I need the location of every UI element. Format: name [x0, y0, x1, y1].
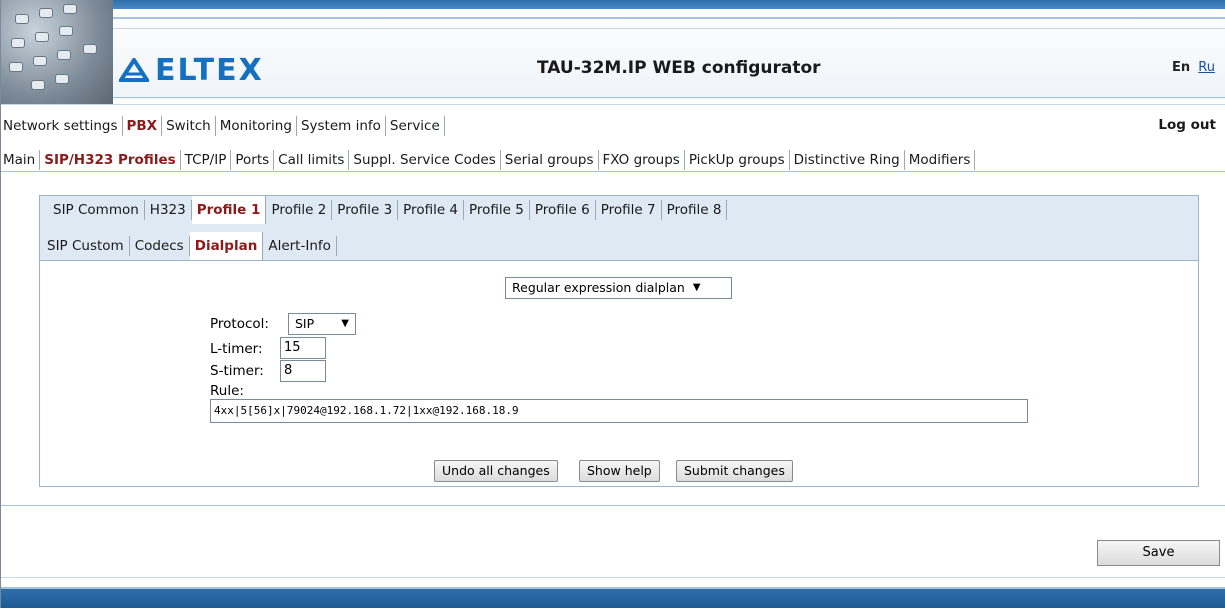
tab-profile-1[interactable]: Profile 1	[191, 196, 267, 224]
dialplan-mode-value: Regular expression dialplan	[512, 280, 685, 295]
submenu-serial-groups[interactable]: Serial groups	[501, 150, 599, 170]
tab-dialplan[interactable]: Dialplan	[189, 232, 264, 260]
dialplan-mode-select[interactable]: Regular expression dialplan ▼	[505, 277, 732, 299]
submenu-fxo-groups[interactable]: FXO groups	[599, 150, 685, 170]
dialplan-form: Regular expression dialplan ▼ Protocol: …	[40, 260, 1198, 486]
menu-service[interactable]: Service	[386, 116, 445, 136]
header-decor-lines	[91, 17, 1225, 29]
sub-menu: Main SIP/H323 Profiles TCP/IP Ports Call…	[1, 148, 1225, 172]
submenu-ports[interactable]: Ports	[231, 150, 275, 170]
tab-profile-2[interactable]: Profile 2	[266, 200, 333, 220]
profile-inner: SIP Custom Codecs Dialplan Alert-Info Re…	[40, 232, 1198, 486]
s-timer-label: S-timer:	[210, 363, 264, 379]
l-timer-input[interactable]: 15	[280, 337, 326, 359]
top-banner-strip	[1, 0, 1225, 9]
footer-decor-lines	[1, 577, 1225, 589]
tab-h323[interactable]: H323	[145, 200, 192, 220]
submenu-suppl-service-codes[interactable]: Suppl. Service Codes	[349, 150, 501, 170]
main-menu: Network settings PBX Switch Monitoring S…	[1, 114, 1225, 138]
l-timer-label: L-timer:	[210, 341, 263, 357]
tab-profile-4[interactable]: Profile 4	[398, 200, 465, 220]
submenu-call-limits[interactable]: Call limits	[274, 150, 350, 170]
tab-profile-5[interactable]: Profile 5	[464, 200, 530, 220]
language-switch: En Ru	[1172, 60, 1215, 75]
s-timer-input[interactable]: 8	[280, 360, 326, 382]
tab-profile-7[interactable]: Profile 7	[596, 200, 662, 220]
undo-all-changes-button[interactable]: Undo all changes	[434, 460, 558, 482]
lang-ru-link[interactable]: Ru	[1198, 60, 1215, 75]
lang-en[interactable]: En	[1172, 60, 1190, 75]
tab-alert-info[interactable]: Alert-Info	[263, 236, 337, 256]
tab-sip-common[interactable]: SIP Common	[48, 200, 145, 220]
protocol-select[interactable]: SIP ▼	[288, 313, 356, 335]
menu-pbx[interactable]: PBX	[123, 116, 163, 136]
logo-text: ELTEX	[155, 52, 264, 88]
menu-switch[interactable]: Switch	[162, 116, 216, 136]
submenu-main[interactable]: Main	[1, 150, 41, 170]
chevron-down-icon: ▼	[692, 282, 701, 293]
eltex-logo: ELTEX	[117, 52, 264, 88]
show-help-button[interactable]: Show help	[579, 460, 660, 482]
profile-panel: SIP Common H323 Profile 1 Profile 2 Prof…	[39, 195, 1199, 487]
footer-strip	[1, 589, 1225, 608]
protocol-label: Protocol:	[210, 316, 269, 332]
submenu-tcp-ip[interactable]: TCP/IP	[181, 150, 232, 170]
rule-label: Rule:	[210, 383, 244, 399]
keypad-photo-icon	[1, 0, 113, 104]
tab-sip-custom[interactable]: SIP Custom	[42, 236, 130, 256]
chevron-down-icon: ▼	[341, 318, 349, 329]
logout-link[interactable]: Log out	[1158, 117, 1216, 133]
submenu-modifiers[interactable]: Modifiers	[905, 150, 976, 170]
tab-profile-6[interactable]: Profile 6	[530, 200, 596, 220]
header-bottom-lines	[1, 97, 1225, 105]
menu-network-settings[interactable]: Network settings	[1, 116, 123, 136]
save-button[interactable]: Save	[1097, 540, 1220, 566]
tab-codecs[interactable]: Codecs	[130, 236, 190, 256]
submenu-sip-h323-profiles[interactable]: SIP/H323 Profiles	[40, 150, 181, 170]
tab-profile-3[interactable]: Profile 3	[332, 200, 399, 220]
eltex-logo-mark-icon	[117, 56, 151, 82]
app-window: ELTEX TAU-32M.IP WEB configurator En Ru …	[0, 0, 1225, 608]
protocol-value: SIP	[295, 316, 315, 331]
divider	[1, 505, 1225, 506]
menu-system-info[interactable]: System info	[297, 116, 386, 136]
submenu-distinctive-ring[interactable]: Distinctive Ring	[790, 150, 905, 170]
submenu-pickup-groups[interactable]: PickUp groups	[685, 150, 790, 170]
menu-monitoring[interactable]: Monitoring	[216, 116, 297, 136]
tab-profile-8[interactable]: Profile 8	[662, 200, 728, 220]
profile-tabs: SIP Common H323 Profile 1 Profile 2 Prof…	[40, 196, 728, 224]
submit-changes-button[interactable]: Submit changes	[676, 460, 793, 482]
rule-input[interactable]: 4xx|5[56]x|79024@192.168.1.72|1xx@192.16…	[210, 399, 1028, 423]
section-tabs: SIP Custom Codecs Dialplan Alert-Info	[40, 232, 337, 260]
app-title: TAU-32M.IP WEB configurator	[537, 58, 821, 78]
